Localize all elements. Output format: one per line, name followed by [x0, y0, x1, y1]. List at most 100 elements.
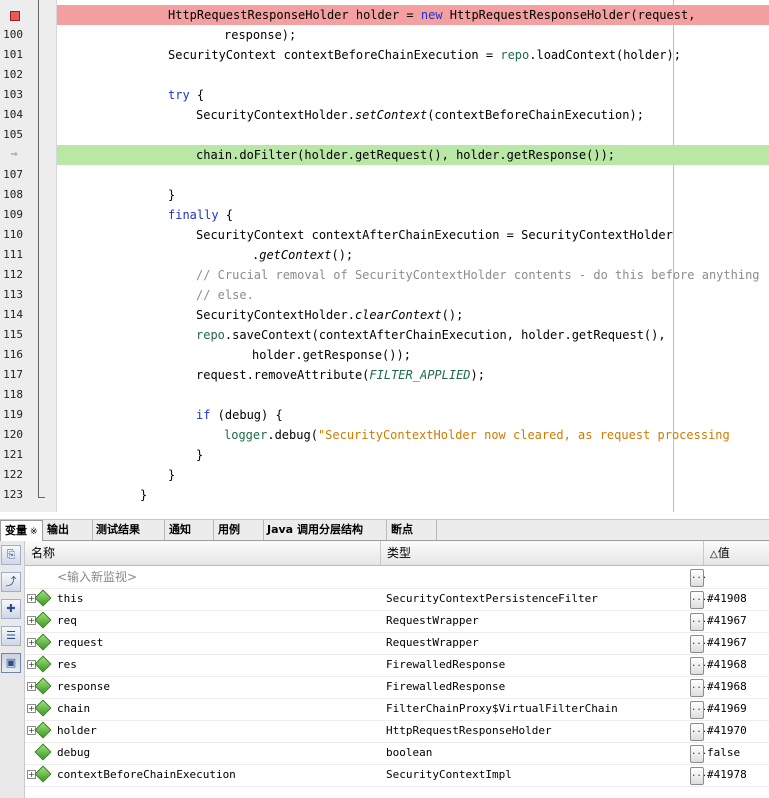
column-header-value[interactable]: △值 [704, 541, 769, 565]
code-line-text: } [140, 485, 147, 505]
tab-6[interactable]: 断点 [387, 520, 437, 540]
code-area[interactable]: HttpRequestResponseHolder holder = new H… [57, 0, 769, 512]
variable-icon [34, 743, 52, 761]
code-token: SecurityContext contextAfterChainExecuti… [196, 228, 673, 242]
watch-icon[interactable]: ⎘ [1, 545, 21, 565]
gutter-row: 107 [0, 165, 56, 185]
variable-type: FilterChainProxy$VirtualFilterChain [386, 702, 618, 715]
code-line-text: } [168, 465, 175, 485]
value-ellipsis-button[interactable]: ... [690, 701, 707, 719]
gutter-row: 101 [0, 45, 56, 65]
value-ellipsis-button[interactable]: ... [690, 613, 707, 631]
line-number: 121 [3, 448, 23, 461]
value-ellipsis-button[interactable]: ... [690, 635, 707, 653]
line-number: 102 [3, 68, 23, 81]
line-number: 118 [3, 388, 23, 401]
column-header-type[interactable]: 类型 [381, 541, 704, 565]
code-token: holder.getResponse()); [252, 348, 411, 362]
code-line-text: finally { [168, 205, 233, 225]
view-icon[interactable]: ▣ [1, 653, 21, 673]
new-watch-input[interactable]: <输入新监视> [57, 566, 137, 588]
line-number: 100 [3, 28, 23, 41]
code-token: (); [331, 248, 354, 262]
code-token: request.removeAttribute( [196, 368, 370, 382]
add-watch-icon-glyph: ✚ [6, 602, 16, 615]
add-watch-icon[interactable]: ✚ [1, 599, 21, 619]
code-line: SecurityContextHolder.setContext(context… [57, 105, 769, 125]
code-line-text: } [168, 185, 175, 205]
value-ellipsis-button[interactable]: ... [690, 657, 707, 675]
code-token: setContext [354, 108, 428, 122]
column-header-name[interactable]: 名称 [25, 541, 381, 565]
current-line-arrow-icon: ⇨ [11, 147, 18, 160]
code-editor[interactable]: 100 101 102 103 104 105 ⇨ 107 108 109 110 111 112 113… [0, 0, 769, 512]
tab-2[interactable]: 测试结果 [92, 520, 165, 540]
code-line: SecurityContext contextBeforeChainExecut… [57, 45, 769, 65]
code-token: repo [500, 48, 530, 62]
code-line: } [57, 445, 769, 465]
code-line: } [57, 465, 769, 485]
code-token: SecurityContext contextBeforeChainExecut… [168, 48, 501, 62]
breakpoint-icon[interactable] [10, 11, 20, 21]
value-ellipsis-button[interactable]: ... [690, 745, 707, 763]
variable-row[interactable]: + this SecurityContextPersistenceFilter...… [25, 588, 769, 611]
tab-close-icon[interactable]: ※ [30, 527, 38, 537]
code-token: (debug) { [210, 408, 283, 422]
tab-4[interactable]: 用例 [214, 520, 264, 540]
line-number: 120 [3, 428, 23, 441]
gutter-row: 114 [0, 305, 56, 325]
tab-0[interactable]: 变量 ※ [0, 520, 43, 541]
new-watch-row[interactable]: <输入新监视>... [25, 566, 769, 589]
variable-type: FirewalledResponse [386, 658, 506, 671]
code-line-text: SecurityContext contextBeforeChainExecut… [168, 45, 681, 65]
code-line-text: // else. [196, 285, 254, 305]
value-ellipsis-button[interactable]: ... [690, 679, 707, 697]
variable-type: SecurityContextImpl [386, 768, 512, 781]
fold-end-icon[interactable] [38, 485, 45, 498]
variable-row[interactable]: + holder HttpRequestResponseHolder... #4197… [25, 720, 769, 743]
code-line: HttpRequestResponseHolder holder = new H… [57, 5, 769, 25]
gutter-row [0, 5, 56, 25]
tab-1[interactable]: 输出 [43, 520, 93, 540]
step-icon[interactable]: ⤴ [1, 572, 21, 592]
new-watch-ellipsis-button[interactable]: ... [690, 569, 707, 587]
variable-row[interactable]: + contextBeforeChainExecution SecurityCont… [25, 764, 769, 787]
code-line-text: if (debug) { [196, 405, 283, 425]
code-token: } [168, 188, 176, 202]
variable-row[interactable]: + response FirewalledResponse... #41968 [25, 676, 769, 699]
gutter-row: 108 [0, 185, 56, 205]
variable-type: SecurityContextPersistenceFilter [386, 592, 598, 605]
code-token: { [218, 208, 234, 222]
code-token: .saveContext(contextAfterChainExecution,… [224, 328, 666, 342]
code-token: // Crucial removal of SecurityContextHol… [196, 268, 760, 282]
settings-icon[interactable]: ☰ [1, 626, 21, 646]
code-line-text: repo.saveContext(contextAfterChainExecut… [196, 325, 666, 345]
code-line-text: chain.doFilter(holder.getRequest(), hold… [196, 145, 615, 165]
value-ellipsis-button[interactable]: ... [690, 723, 707, 741]
code-line: SecurityContext contextAfterChainExecuti… [57, 225, 769, 245]
line-number: 108 [3, 188, 23, 201]
code-line-text: HttpRequestResponseHolder holder = new H… [168, 5, 695, 25]
variable-row[interactable]: + chain FilterChainProxy$VirtualFilterChai… [25, 698, 769, 721]
code-line: // Crucial removal of SecurityContextHol… [57, 265, 769, 285]
variable-row[interactable]: + req RequestWrapper... #41967 [25, 610, 769, 633]
tab-label: Java 调用分层结构 [267, 523, 363, 536]
code-token: { [189, 88, 205, 102]
variable-row[interactable]: debug boolean... false [25, 742, 769, 765]
line-number-gutter[interactable]: 100 101 102 103 104 105 ⇨ 107 108 109 110 111 112 113… [0, 0, 57, 512]
variable-row[interactable]: + res FirewalledResponse... #41968 [25, 654, 769, 677]
code-line: response); [57, 25, 769, 45]
value-ellipsis-button[interactable]: ... [690, 591, 707, 609]
fold-guide [38, 0, 39, 485]
view-icon-glyph: ▣ [5, 656, 17, 669]
tab-3[interactable]: 通知 [165, 520, 214, 540]
gutter-row: 102 [0, 65, 56, 85]
variable-name: debug [57, 746, 91, 759]
value-ellipsis-button[interactable]: ... [690, 767, 707, 785]
sort-arrow-icon: △ [710, 549, 718, 560]
variable-row[interactable]: + request RequestWrapper... #41967 [25, 632, 769, 655]
watch-icon-glyph: ⎘ [6, 548, 16, 561]
gutter-row: 112 [0, 265, 56, 285]
variable-icon [34, 699, 52, 717]
tab-5[interactable]: Java 调用分层结构 [263, 520, 387, 540]
